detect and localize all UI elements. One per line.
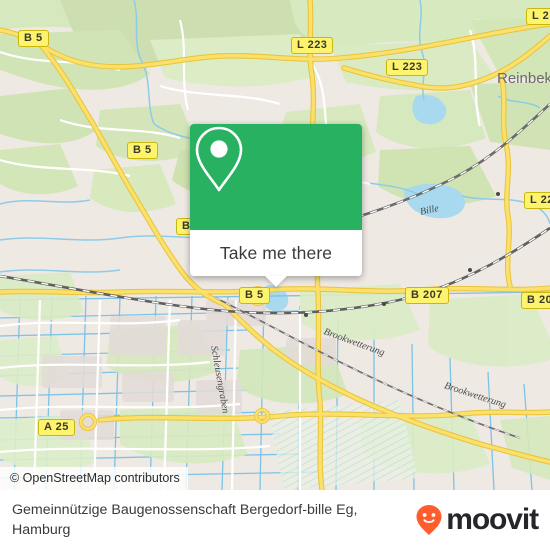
- popup-footer[interactable]: Take me there: [190, 230, 362, 287]
- map-pin-icon: [195, 126, 243, 192]
- road-shield: A 25: [38, 419, 75, 436]
- road-shield: B 5: [127, 142, 158, 159]
- map-canvas[interactable]: B 5 L 223 L 223 L 2 B 5 B 5 L 222 B 5 B …: [0, 0, 550, 490]
- place-label-reinbek: Reinbek: [497, 70, 550, 87]
- moovit-pin-smiley-icon: [416, 505, 442, 535]
- map-screenshot: B 5 L 223 L 223 L 2 B 5 B 5 L 222 B 5 B …: [0, 0, 550, 550]
- road-shield: L 223: [386, 59, 429, 76]
- moovit-wordmark: moovit: [446, 503, 539, 536]
- location-title: Gemeinnützige Baugenossenschaft Bergedor…: [12, 502, 358, 538]
- osm-attribution[interactable]: © OpenStreetMap contributors: [0, 467, 188, 490]
- road-shield: B 207: [405, 287, 449, 304]
- page-footer: Gemeinnützige Baugenossenschaft Bergedor…: [0, 490, 550, 550]
- road-shield: L 223: [291, 37, 334, 54]
- road-shield: L 222: [524, 192, 550, 209]
- take-me-there-label: Take me there: [219, 242, 333, 263]
- road-shield: L 2: [526, 8, 550, 25]
- road-shield: B 5: [18, 30, 49, 47]
- moovit-logo[interactable]: moovit: [412, 503, 550, 537]
- popup-tail: [265, 276, 287, 287]
- popup-header: [190, 124, 362, 230]
- location-popup-card[interactable]: Take me there: [190, 124, 362, 287]
- road-shield: B 5: [239, 287, 270, 304]
- road-shield: B 207: [521, 292, 550, 309]
